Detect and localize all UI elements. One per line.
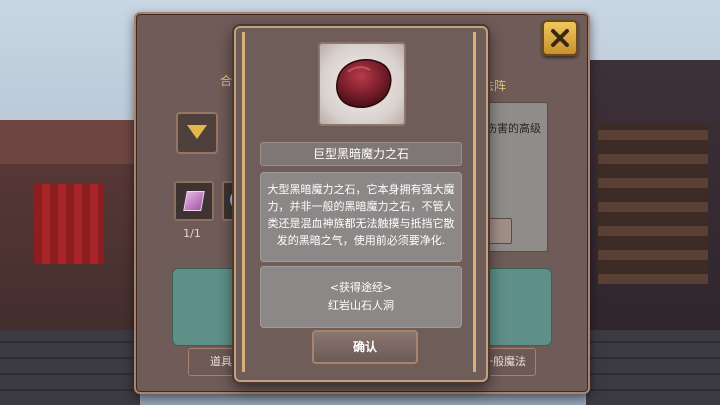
source-heading: <获得途经>	[329, 281, 393, 294]
item-icon-frame	[318, 42, 406, 126]
item-detail-popup: 巨型黑暗魔力之石 大型黑暗魔力之石，它本身拥有强大魔力，并非一般的黑暗魔力之石，…	[234, 26, 488, 382]
right-building	[586, 60, 720, 405]
material-slot[interactable]	[174, 181, 214, 221]
bookshelf	[598, 124, 708, 284]
stone-wall	[586, 330, 720, 405]
material-count: 1/1	[183, 227, 201, 240]
red-curtain	[34, 184, 104, 264]
item-name-bar: 巨型黑暗魔力之石	[260, 142, 462, 166]
close-button[interactable]	[542, 20, 578, 56]
recipe-description: 伤害的高级	[486, 122, 541, 135]
item-name: 巨型黑暗魔力之石	[312, 147, 409, 161]
popup-border-decoration	[242, 32, 245, 372]
source-location: 红岩山石人洞	[328, 299, 394, 312]
craft-header-left: 合	[220, 74, 233, 88]
stone-wall	[0, 330, 140, 405]
close-icon	[551, 29, 569, 47]
item-description-box: 大型黑暗魔力之石，它本身拥有强大魔力，并非一般的黑暗魔力之石，不管人类还是混血神…	[260, 172, 462, 262]
purple-crystal-icon	[183, 191, 205, 211]
left-building	[0, 120, 140, 405]
recipe-dropdown-button[interactable]	[176, 112, 218, 154]
triangle-down-icon	[187, 125, 207, 139]
confirm-button[interactable]: 确认	[312, 330, 418, 364]
popup-border-decoration	[473, 32, 476, 372]
dark-magic-stone-icon	[336, 58, 392, 108]
left-building-roof	[0, 120, 140, 164]
item-source-box: <获得途经> 红岩山石人洞	[260, 266, 462, 328]
item-description: 大型黑暗魔力之石，它本身拥有强大魔力，并非一般的黑暗魔力之石，不管人类还是混血神…	[267, 183, 455, 247]
recipe-option-button[interactable]	[486, 218, 512, 244]
